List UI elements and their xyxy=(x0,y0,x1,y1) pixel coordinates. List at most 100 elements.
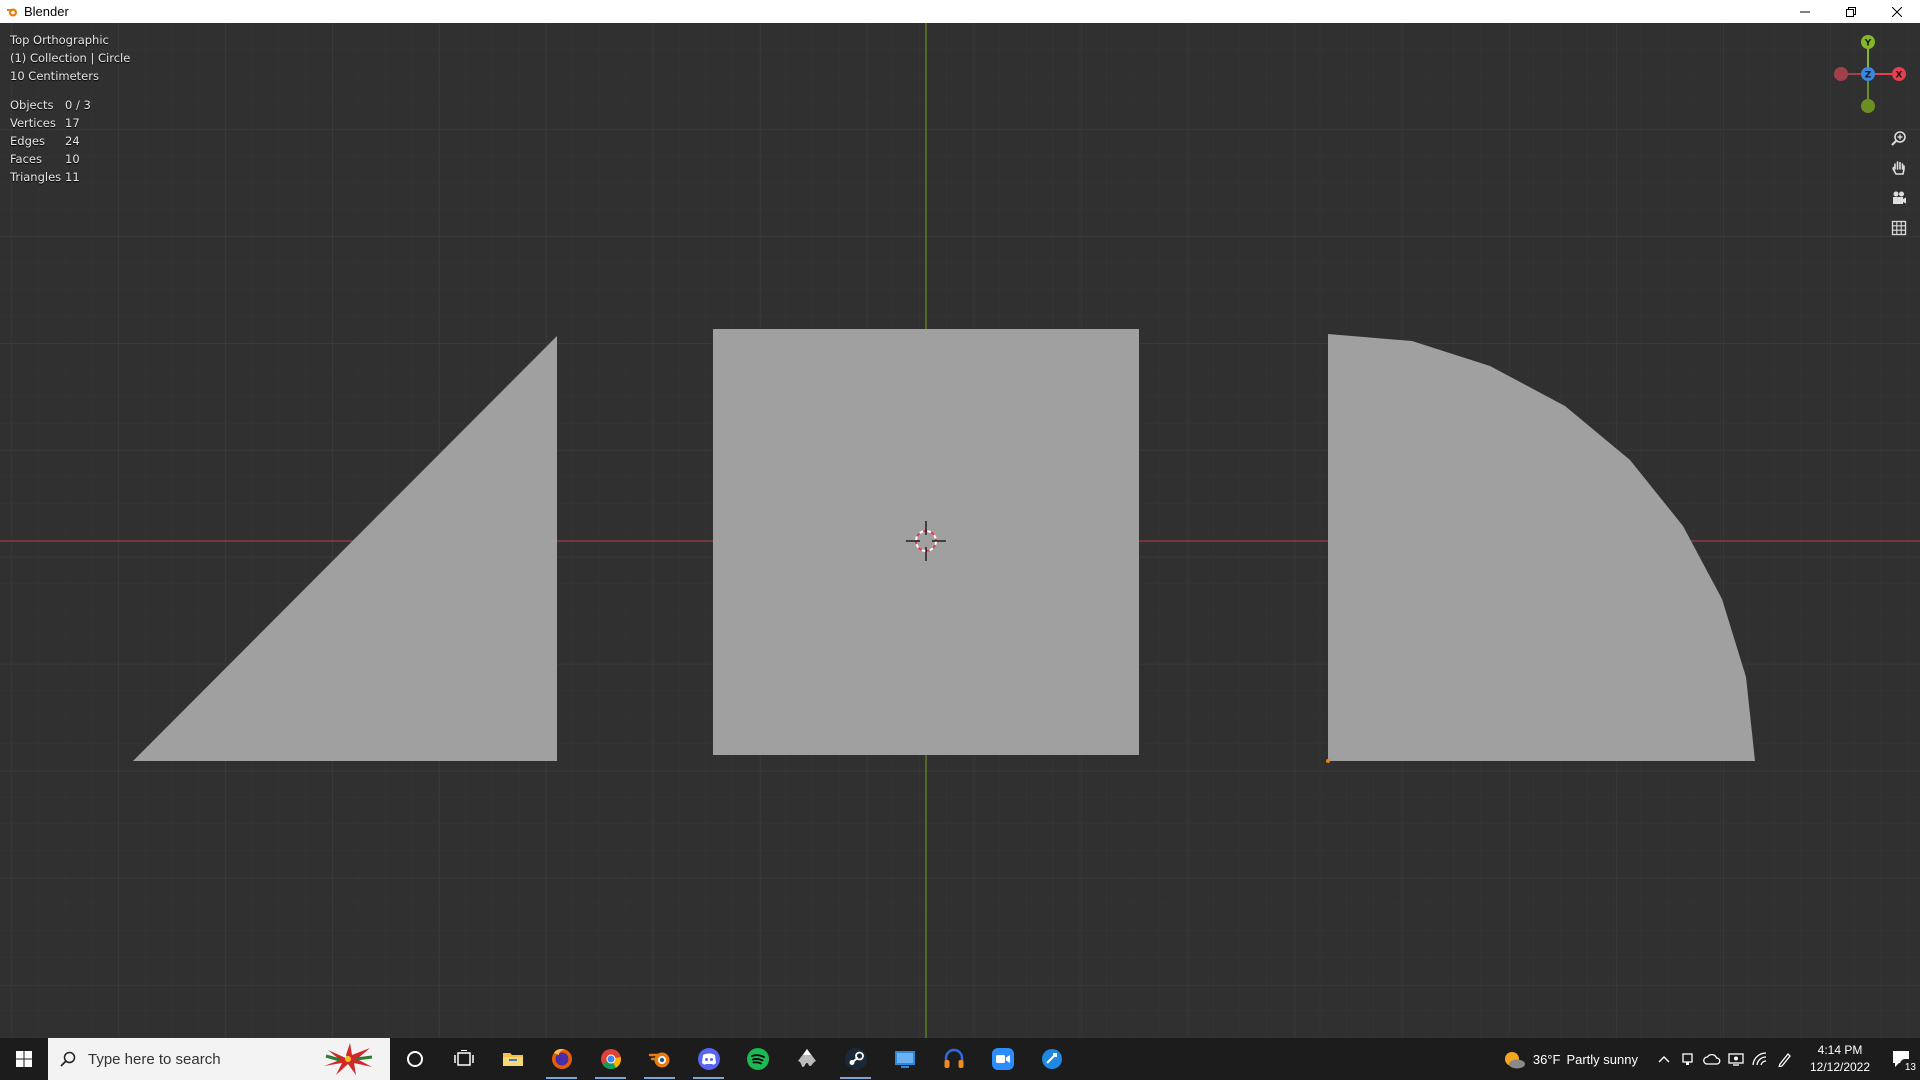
app-icon xyxy=(1041,1049,1062,1069)
gizmo-neg-x[interactable] xyxy=(1834,67,1848,81)
start-button[interactable] xyxy=(0,1038,48,1080)
remote-desktop-button[interactable] xyxy=(880,1038,929,1080)
onedrive-button[interactable] xyxy=(1700,1053,1724,1065)
stat-label: Objects xyxy=(10,98,54,112)
hand-pan-icon xyxy=(1892,161,1905,175)
cortana-button[interactable] xyxy=(390,1038,439,1080)
headset-app-button[interactable] xyxy=(929,1038,978,1080)
camera-tray-button[interactable] xyxy=(1676,1052,1700,1066)
viewport-scene[interactable] xyxy=(0,23,1920,1038)
cortana-icon xyxy=(406,1051,423,1067)
clock-time: 4:14 PM xyxy=(1817,1043,1863,1057)
search-placeholder: Type here to search xyxy=(88,1050,221,1068)
notification-count: 13 xyxy=(1904,1062,1916,1073)
discord-button[interactable] xyxy=(684,1038,733,1080)
stat-value: 24 xyxy=(65,134,80,148)
search-box[interactable]: Type here to search xyxy=(48,1038,390,1080)
zoom-icon xyxy=(1891,131,1906,146)
stat-label: Triangles xyxy=(10,170,62,184)
task-view-button[interactable] xyxy=(439,1038,488,1080)
weather-temp: 36°F xyxy=(1532,1051,1561,1067)
weather-condition: Partly sunny xyxy=(1566,1051,1638,1067)
stats-row: Triangles 11 xyxy=(10,168,91,186)
stat-label: Faces xyxy=(10,152,42,166)
search-icon xyxy=(60,1051,76,1067)
perspective-toggle-button[interactable] xyxy=(1888,217,1910,239)
gizmo-x-axis[interactable]: X xyxy=(1892,67,1906,81)
firefox-button[interactable] xyxy=(537,1038,586,1080)
poinsettia-icon xyxy=(324,1043,373,1075)
stats-row: Vertices 17 xyxy=(10,114,91,132)
camera-tray-icon xyxy=(1682,1053,1693,1065)
camera-icon xyxy=(1893,191,1906,204)
camera-view-button[interactable] xyxy=(1888,187,1910,209)
system-tray: 36°F Partly sunny 4:14 PM 12/12/2022 13 xyxy=(1502,1038,1920,1080)
blender-button[interactable] xyxy=(635,1038,684,1080)
blender-icon xyxy=(648,1052,669,1068)
scale-label: 10 Centimeters xyxy=(10,69,99,83)
stats-row: Edges 24 xyxy=(10,132,91,150)
clock[interactable]: 4:14 PM 12/12/2022 xyxy=(1796,1042,1884,1076)
grid-icon xyxy=(1891,220,1907,236)
plane-mesh[interactable] xyxy=(713,329,1139,755)
taskbar: Type here to search 36°F Partly sunny 4:… xyxy=(0,1038,1920,1080)
firefox-icon xyxy=(551,1049,572,1069)
cloud-icon xyxy=(1703,1053,1721,1065)
wifi-icon xyxy=(1752,1052,1767,1066)
3d-viewport[interactable]: Top Orthographic (1) Collection | Circle… xyxy=(0,23,1920,1038)
stat-value: 0 / 3 xyxy=(65,98,91,112)
headset-icon xyxy=(944,1048,963,1068)
remote-desktop-icon xyxy=(894,1051,915,1068)
stat-label: Vertices xyxy=(10,116,56,130)
origin-dot xyxy=(1326,759,1330,763)
zoom-icon xyxy=(991,1048,1014,1070)
stats-row: Objects 0 / 3 xyxy=(10,96,91,114)
zoom-button[interactable] xyxy=(1888,127,1910,149)
clock-date: 12/12/2022 xyxy=(1809,1060,1871,1074)
notification-center-button[interactable]: 13 xyxy=(1884,1048,1920,1073)
task-view-icon xyxy=(453,1050,474,1066)
stat-label: Edges xyxy=(10,134,45,148)
pan-button[interactable] xyxy=(1888,157,1910,179)
weather-widget[interactable]: 36°F Partly sunny xyxy=(1502,1048,1638,1070)
gizmo-neg-y[interactable] xyxy=(1861,99,1875,113)
stats-overlay: Objects 0 / 3 Vertices 17 Edges 24 Faces 10 … xyxy=(10,96,91,186)
file-explorer-icon xyxy=(502,1053,523,1066)
display-tray-button[interactable] xyxy=(1724,1052,1748,1066)
gizmo-z-label: Z xyxy=(1865,71,1872,81)
title-bar: Blender xyxy=(0,0,1920,23)
view-name: Top Orthographic xyxy=(10,33,109,47)
blender-logo-icon xyxy=(7,8,17,16)
close-button[interactable] xyxy=(1874,0,1920,23)
zoom-app-button[interactable] xyxy=(978,1038,1027,1080)
show-hidden-icons-button[interactable] xyxy=(1652,1055,1676,1063)
collection-label: (1) Collection | Circle xyxy=(10,51,131,65)
gizmo-y-axis[interactable]: Y xyxy=(1861,35,1875,49)
gizmo-z-axis[interactable]: Z xyxy=(1861,67,1875,81)
pen-tray-button[interactable] xyxy=(1772,1051,1796,1067)
steam-button[interactable] xyxy=(831,1038,880,1080)
restore-button[interactable] xyxy=(1828,0,1874,23)
gizmo-y-label: Y xyxy=(1864,39,1872,49)
pinned-app-button[interactable] xyxy=(1027,1038,1076,1080)
pen-icon xyxy=(1778,1053,1791,1067)
partly-sunny-icon xyxy=(1504,1052,1525,1069)
chrome-icon xyxy=(600,1049,621,1070)
chrome-button[interactable] xyxy=(586,1038,635,1080)
navigation-gizmo[interactable]: Y X Z xyxy=(1820,23,1920,123)
steam-icon xyxy=(844,1048,867,1070)
discord-icon xyxy=(697,1048,720,1070)
network-button[interactable] xyxy=(1748,1052,1772,1066)
file-explorer-button[interactable] xyxy=(488,1038,537,1080)
gizmo-x-label: X xyxy=(1896,71,1903,81)
window-title: Blender xyxy=(24,4,69,19)
minimize-button[interactable] xyxy=(1782,0,1828,23)
spotify-button[interactable] xyxy=(733,1038,782,1080)
stats-row: Faces 10 xyxy=(10,150,91,168)
inkscape-icon xyxy=(797,1049,816,1067)
spotify-icon xyxy=(746,1048,769,1070)
chevron-up-icon xyxy=(1658,1056,1670,1063)
display-icon xyxy=(1728,1053,1744,1066)
windows-logo-icon xyxy=(16,1051,32,1067)
inkscape-button[interactable] xyxy=(782,1038,831,1080)
